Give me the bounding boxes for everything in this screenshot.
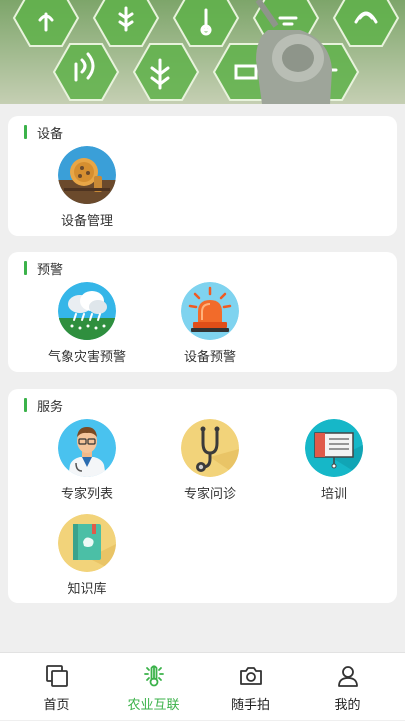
weather-disaster-icon [58,282,116,340]
training-board-icon [305,419,363,477]
section-accent-bar [24,125,27,139]
weather-disaster-warning-label: 气象灾害预警 [47,350,126,365]
tab-agri-iot[interactable]: 农业互联 [103,653,204,721]
section-accent-bar [24,398,27,412]
device-management-label: 设备管理 [60,214,113,229]
smart-agriculture-banner-image [0,0,405,104]
device-section-title-text: 设备 [37,126,64,142]
warning-section-title: 预警 [24,260,64,278]
home-pages-icon [45,665,68,687]
tab-agri-iot-label: 农业互联 [127,698,180,713]
stethoscope-icon [181,419,239,477]
tab-mine[interactable]: 我的 [297,653,398,721]
tab-snapshot[interactable]: 随手拍 [200,653,301,721]
tab-snapshot-label: 随手拍 [230,698,270,713]
device-management-icon [58,146,116,204]
section-accent-bar [24,261,27,275]
camera-icon [239,667,262,685]
top-banner [0,0,405,104]
expert-doctor-icon [58,419,116,477]
device-section-title: 设备 [24,124,64,142]
knowledge-book-icon [58,514,116,572]
bottom-tab-bar: 首页 农业互联 随手拍 我的 [0,652,405,720]
device-section-card: 设备 设备管理 [8,116,397,236]
tab-home[interactable]: 首页 [6,653,107,721]
alarm-light-icon [181,282,239,340]
knowledge-base-label: 知识库 [67,582,107,597]
warning-section-card: 预警 气象灾害预警 设备预警 [8,252,397,372]
device-management-tile[interactable]: 设备管理 [32,146,142,229]
tab-mine-label: 我的 [334,698,361,713]
expert-list-tile[interactable]: 专家列表 [32,419,142,502]
tab-home-label: 首页 [43,698,70,713]
knowledge-base-tile[interactable]: 知识库 [32,514,142,597]
device-warning-label: 设备预警 [183,350,236,365]
expert-consultation-label: 专家问诊 [183,487,236,502]
expert-list-label: 专家列表 [60,487,113,502]
training-label: 培训 [320,487,347,502]
device-warning-tile[interactable]: 设备预警 [155,282,265,365]
weather-disaster-warning-tile[interactable]: 气象灾害预警 [32,282,142,365]
training-tile[interactable]: 培训 [279,419,389,502]
service-section-title-text: 服务 [37,399,64,415]
service-section-title: 服务 [24,397,64,415]
expert-consultation-tile[interactable]: 专家问诊 [155,419,265,502]
service-section-card: 服务 专家列表 专家问诊 培训 知识库 [8,389,397,603]
agri-thermometer-icon [143,665,164,687]
person-icon [337,666,358,687]
warning-section-title-text: 预警 [37,262,64,278]
